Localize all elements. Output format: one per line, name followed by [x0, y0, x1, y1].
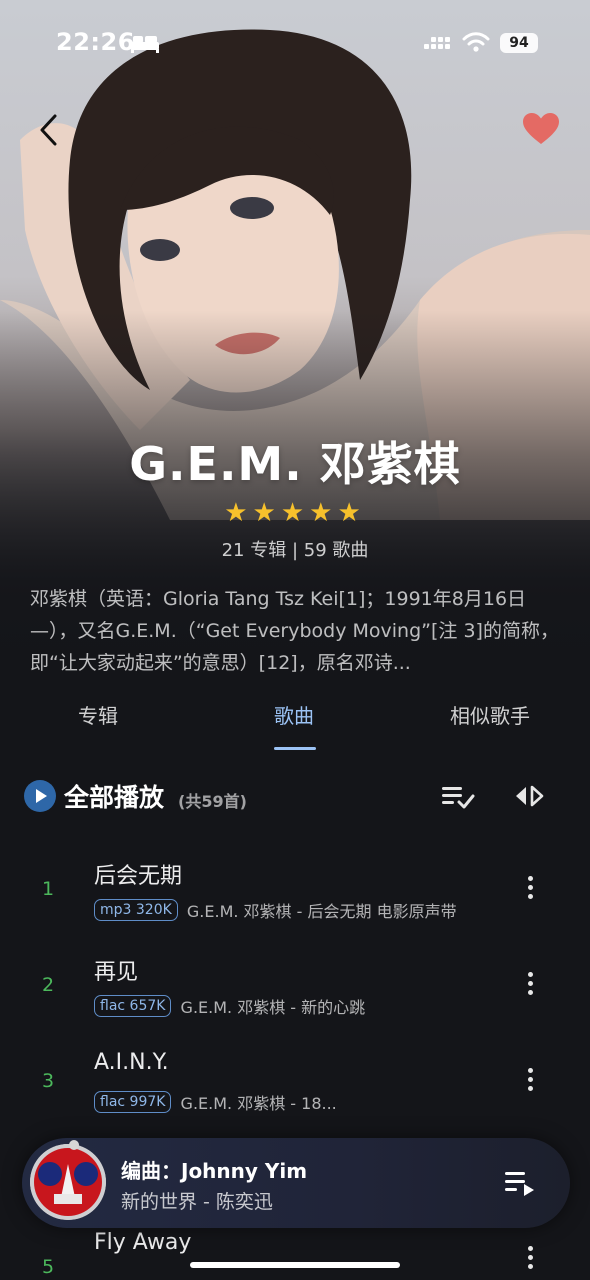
- mini-player[interactable]: 编曲：Johnny Yim 新的世界 - 陈奕迅: [22, 1138, 570, 1228]
- song-index: 3: [41, 1070, 55, 1092]
- wifi-icon: [462, 32, 490, 52]
- more-options-icon[interactable]: [520, 1068, 540, 1096]
- song-title: 后会无期: [94, 864, 183, 889]
- tab-bar: 专辑 歌曲 相似歌手: [0, 694, 590, 754]
- song-row[interactable]: 5 Fly Away: [0, 1226, 590, 1280]
- now-playing-subtitle: 新的世界 - 陈奕迅: [121, 1191, 273, 1213]
- album-song-counts: 21 专辑 | 59 歌曲: [221, 540, 369, 561]
- battery-indicator: 94: [500, 33, 538, 53]
- song-title: 再见: [94, 960, 139, 985]
- quality-badge: flac 657K: [94, 995, 172, 1017]
- multi-select-icon[interactable]: [440, 782, 476, 810]
- song-meta: mp3 320K G.E.M. 邓紫棋 - 后会无期 电影原声带: [94, 898, 494, 924]
- tab-similar-artists[interactable]: 相似歌手: [450, 700, 530, 729]
- home-indicator: [190, 1262, 400, 1268]
- song-index: 2: [41, 974, 55, 996]
- status-bar: 22:26 94: [0, 28, 590, 62]
- song-row[interactable]: 1 后会无期 mp3 320K G.E.M. 邓紫棋 - 后会无期 电影原声带: [0, 842, 590, 938]
- more-options-icon[interactable]: [520, 972, 540, 1000]
- quality-badge: flac 997K: [94, 1091, 172, 1113]
- tab-albums[interactable]: 专辑: [78, 700, 118, 729]
- sleep-icon: [131, 36, 159, 53]
- song-detail: G.E.M. 邓紫棋 - 后会无期 电影原声带: [186, 902, 457, 921]
- cover-pin-dot: [69, 1140, 79, 1150]
- song-row[interactable]: 2 再见 flac 657K G.E.M. 邓紫棋 - 新的心跳: [0, 938, 590, 1034]
- heart-icon: [523, 113, 559, 144]
- artist-bio[interactable]: 邓紫棋（英语：Gloria Tang Tsz Kei[1]；1991年8月16日…: [30, 583, 562, 679]
- song-meta: flac 657K G.E.M. 邓紫棋 - 新的心跳: [94, 994, 494, 1020]
- play-all-button[interactable]: 全部播放: [64, 778, 164, 814]
- song-detail: G.E.M. 邓紫棋 - 18...: [180, 1094, 337, 1113]
- song-row[interactable]: 3 A.I.N.Y. flac 997K G.E.M. 邓紫棋 - 18...: [0, 1034, 590, 1130]
- artist-hero: 22:26 94 G.E.M. 邓紫棋 ★★★★★ 21 专辑 | 59 歌曲 …: [0, 0, 590, 690]
- more-options-icon[interactable]: [520, 876, 540, 904]
- play-icon[interactable]: [24, 780, 56, 812]
- more-options-icon[interactable]: [520, 1246, 540, 1274]
- song-meta: flac 997K G.E.M. 邓紫棋 - 18...: [94, 1090, 494, 1116]
- playlist-queue-icon[interactable]: [504, 1169, 536, 1197]
- song-index: 1: [41, 878, 55, 900]
- song-index: 5: [41, 1256, 55, 1278]
- back-button[interactable]: [30, 110, 70, 150]
- song-total-count: (共59首): [178, 792, 247, 811]
- artist-name: G.E.M. 邓紫棋: [129, 437, 461, 491]
- song-title: Fly Away: [94, 1230, 192, 1255]
- tab-songs[interactable]: 歌曲: [274, 700, 314, 729]
- favorite-button[interactable]: [522, 112, 562, 152]
- song-detail: G.E.M. 邓紫棋 - 新的心跳: [180, 998, 366, 1017]
- sort-icon[interactable]: [514, 784, 544, 808]
- play-all-row: 全部播放 (共59首): [0, 770, 590, 822]
- active-tab-indicator: [274, 747, 316, 750]
- quality-badge: mp3 320K: [94, 899, 178, 921]
- chevron-left-icon: [40, 114, 57, 146]
- rating-stars: ★★★★★: [224, 498, 366, 528]
- status-time: 22:26: [56, 28, 135, 56]
- album-cover[interactable]: [30, 1144, 106, 1220]
- song-title: A.I.N.Y.: [94, 1050, 169, 1075]
- signal-icon: [424, 37, 450, 49]
- now-playing-title: 编曲：Johnny Yim: [121, 1159, 308, 1183]
